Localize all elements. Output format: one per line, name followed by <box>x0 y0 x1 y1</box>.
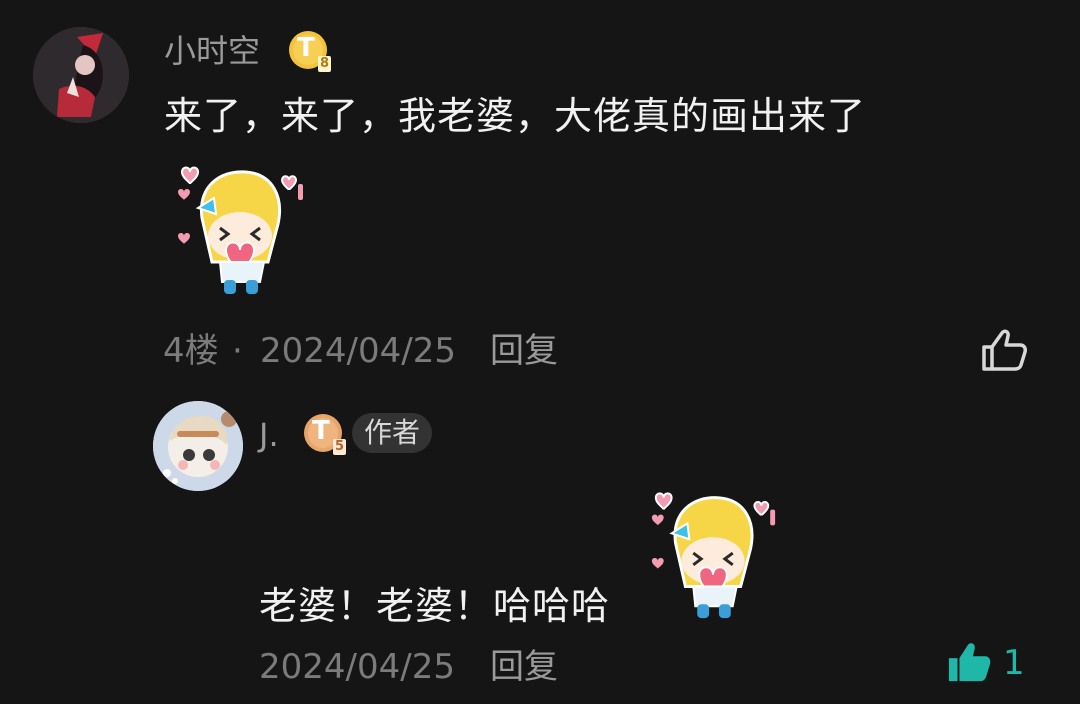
comment-date: 2024/04/25 <box>260 331 456 371</box>
like-button[interactable] <box>980 327 1028 373</box>
reply-like-button[interactable]: 1 <box>945 640 1025 686</box>
commenter-username[interactable]: 小时空 <box>164 35 260 67</box>
reply-heart-hug-sticker[interactable] <box>644 484 784 624</box>
level-badge-icon: T 8 <box>288 30 332 74</box>
reply-level-badge-icon: T 5 <box>303 413 347 457</box>
level-badge-letter: T <box>297 33 315 63</box>
reply-author-avatar[interactable] <box>153 401 243 491</box>
thumbs-up-filled-icon <box>948 643 991 682</box>
reply-date: 2024/04/25 <box>259 647 455 687</box>
reply-level-badge-number: 5 <box>335 439 345 454</box>
like-count: 1 <box>1003 643 1025 683</box>
reply-level-badge-letter: T <box>312 416 330 446</box>
thumbs-up-outline-icon <box>982 329 1027 371</box>
heart-hug-sticker[interactable] <box>172 158 310 300</box>
author-tag: 作者 <box>352 413 433 453</box>
level-badge-number: 8 <box>320 56 330 71</box>
comment-reply-button[interactable]: 回复 <box>490 334 558 368</box>
commenter-avatar[interactable] <box>33 27 129 123</box>
reply-username[interactable]: J. <box>259 419 279 451</box>
meta-separator: · <box>232 331 243 371</box>
comment-text: 来了，来了，我老婆，大佬真的画出来了 <box>164 94 867 138</box>
reply-reply-button[interactable]: 回复 <box>490 650 558 684</box>
comment-floor: 4楼 <box>163 331 219 371</box>
reply-text: 老婆！老婆！哈哈哈 <box>259 584 611 628</box>
